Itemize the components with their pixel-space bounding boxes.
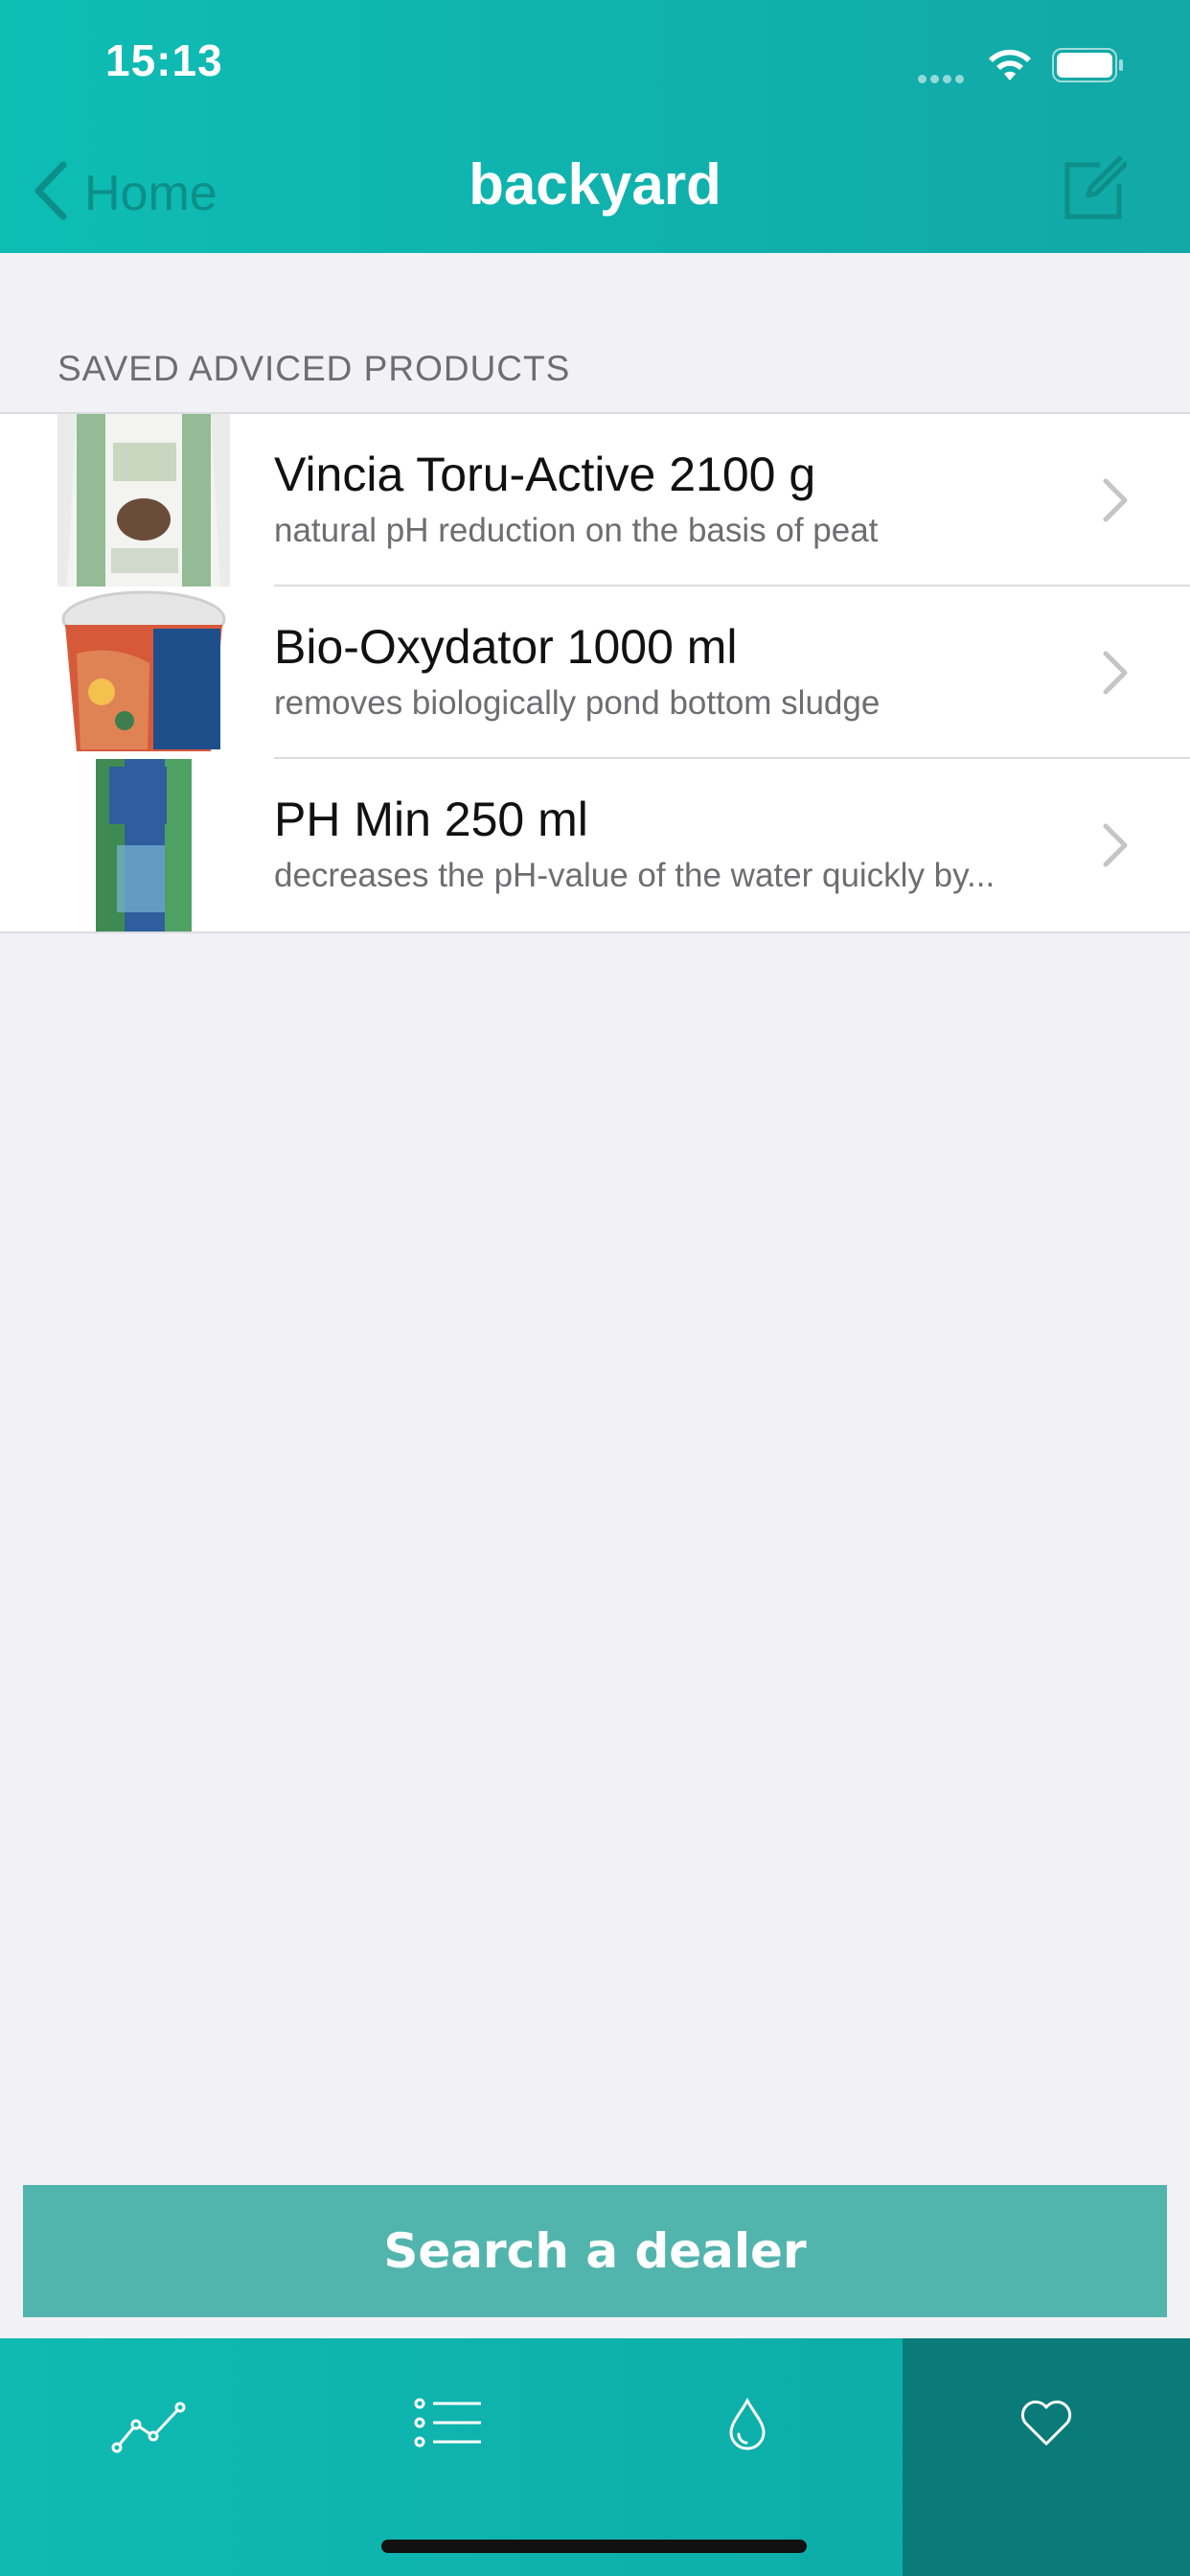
- list-icon: [414, 2398, 481, 2448]
- product-row[interactable]: PH Min 250 ml decreases the pH-value of …: [0, 759, 1190, 932]
- product-title: Vincia Toru-Active 2100 g: [274, 448, 816, 501]
- chevron-right-icon: [1103, 823, 1128, 867]
- navigation-header: 15:13 Home backyard: [0, 0, 1190, 253]
- battery-icon: [1052, 48, 1123, 82]
- water-drop-icon: [729, 2398, 766, 2450]
- product-title: Bio-Oxydator 1000 ml: [274, 620, 738, 674]
- wifi-icon: [989, 49, 1031, 80]
- chevron-right-icon: [1103, 478, 1128, 522]
- product-subtitle: natural pH reduction on the basis of pea…: [274, 512, 879, 549]
- status-time: 15:13: [105, 35, 223, 85]
- product-image: [57, 414, 230, 586]
- cellular-signal-icon: [918, 71, 972, 83]
- tab-measurements[interactable]: [0, 2338, 299, 2576]
- product-image: [57, 759, 230, 932]
- saved-products-list: Vincia Toru-Active 2100 g natural pH red…: [0, 412, 1190, 933]
- product-image: [57, 586, 230, 759]
- page-title: backyard: [469, 152, 721, 217]
- product-row[interactable]: Vincia Toru-Active 2100 g natural pH red…: [0, 414, 1190, 586]
- edit-icon[interactable]: [1062, 153, 1127, 222]
- product-title: PH Min 250 ml: [274, 793, 588, 846]
- product-subtitle: decreases the pH-value of the water quic…: [274, 857, 995, 894]
- section-header: SAVED ADVICED PRODUCTS: [57, 349, 571, 388]
- heart-icon: [1020, 2400, 1072, 2446]
- search-dealer-button[interactable]: Search a dealer: [23, 2185, 1167, 2317]
- product-subtitle: removes biologically pond bottom sludge: [274, 684, 881, 722]
- home-indicator: [381, 2540, 807, 2553]
- tab-favorites[interactable]: [903, 2338, 1190, 2576]
- product-row[interactable]: Bio-Oxydator 1000 ml removes biologicall…: [0, 586, 1190, 759]
- chevron-right-icon: [1103, 651, 1128, 695]
- chart-line-icon: [111, 2402, 186, 2453]
